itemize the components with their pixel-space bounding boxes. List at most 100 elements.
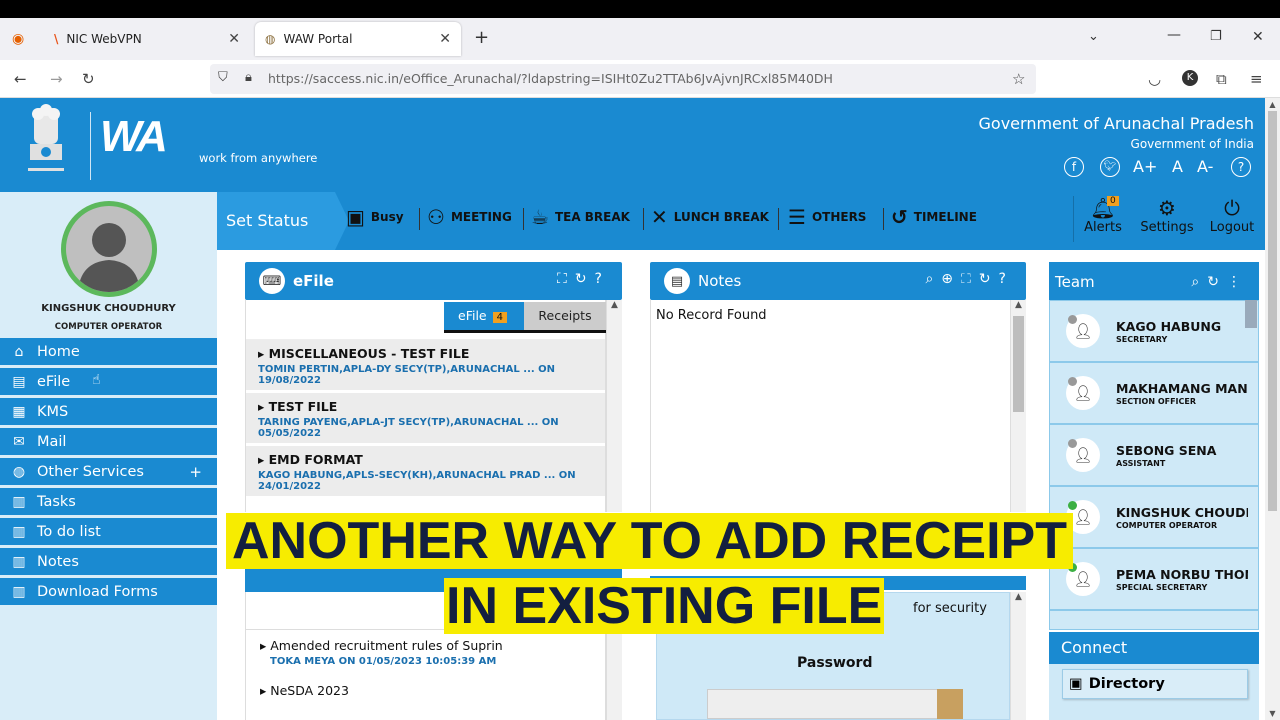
twitter-icon[interactable]: 🐦︎ xyxy=(1100,157,1120,177)
efile-panel-header: ⌨ eFile ⛶↻? xyxy=(245,262,622,300)
back-icon[interactable]: ← xyxy=(14,70,27,88)
profile-avatar[interactable]: K xyxy=(1182,70,1198,86)
font-increase-button[interactable]: A+ xyxy=(1133,157,1157,176)
set-status-label: Set Status xyxy=(217,192,335,250)
status-label: TIMELINE xyxy=(913,210,977,224)
bookmark-star-icon[interactable]: ☆ xyxy=(1012,70,1025,88)
team-member[interactable]: 👤︎ KAGO HABUNG SECRETARY xyxy=(1050,301,1258,363)
user-avatar[interactable] xyxy=(61,201,157,297)
close-tab-icon[interactable]: ✕ xyxy=(439,31,451,47)
notes-scrollbar[interactable]: ▲ xyxy=(1010,300,1026,512)
status-tea-break[interactable]: ☕︎ TEA BREAK xyxy=(531,192,630,242)
new-tab-button[interactable]: + xyxy=(474,27,489,48)
team-scroll-thumb[interactable] xyxy=(1245,300,1257,328)
scroll-up-icon[interactable]: ▲ xyxy=(1011,300,1026,310)
panel-controls[interactable]: ⌕⊕⛶↻? xyxy=(925,271,1014,287)
close-window-icon[interactable]: ✕ xyxy=(1252,29,1264,45)
list-item[interactable]: ▸ NeSDA 2023 xyxy=(246,667,605,698)
list-item[interactable]: ▸ Amended recruitment rules of Suprin TOK… xyxy=(246,630,605,667)
status-meeting[interactable]: ⚇ MEETING xyxy=(427,192,512,242)
cutlery-icon: ✕ xyxy=(651,205,668,229)
status-lunch-break[interactable]: ✕ LUNCH BREAK xyxy=(651,192,769,242)
tab-label: eFile xyxy=(458,308,487,323)
tab-receipts[interactable]: Receipts xyxy=(524,302,606,330)
settings-button[interactable]: ⚙ Settings xyxy=(1140,196,1194,235)
page-scrollbar[interactable]: ▲ ▼ xyxy=(1265,98,1280,720)
directory-label: Directory xyxy=(1088,676,1165,692)
team-member[interactable]: 👤︎ MAKHAMANG MANS SECTION OFFICER xyxy=(1050,363,1258,425)
team-member[interactable]: 👤︎ SEBONG SENA ASSISTANT xyxy=(1050,425,1258,487)
expand-icon[interactable]: + xyxy=(189,463,202,481)
page-scroll-thumb[interactable] xyxy=(1268,111,1277,511)
sidebar-item-efile[interactable]: ▤ eFile ☝ xyxy=(0,368,217,395)
sidebar-item-tasks[interactable]: ▥ Tasks xyxy=(0,488,217,515)
team-member[interactable]: 👤︎ KINGSHUK CHOUDH COMPUTER OPERATOR xyxy=(1050,487,1258,549)
status-busy[interactable]: ▣ Busy xyxy=(346,192,404,242)
gov-title: Government of Arunachal Pradesh xyxy=(978,114,1254,133)
panel-controls[interactable]: ⛶↻? xyxy=(557,271,610,287)
scroll-up-icon[interactable]: ▲ xyxy=(1011,592,1026,602)
member-name: PEMA NORBU THON xyxy=(1116,566,1248,582)
restore-icon[interactable]: ❐ xyxy=(1210,29,1222,44)
list-item[interactable]: ▸ TEST FILE TARING PAYENG,APLA-JT SECY(TP… xyxy=(246,393,605,443)
status-label: OTHERS xyxy=(811,210,867,224)
list-item[interactable]: ▸ MISCELLANEOUS - TEST FILE TOMIN PERTIN,… xyxy=(246,340,605,390)
scroll-up-icon[interactable]: ▲ xyxy=(1265,100,1280,109)
close-tab-icon[interactable]: ✕ xyxy=(228,31,240,47)
file-title: ▸ TEST FILE xyxy=(258,399,338,414)
password-toggle-button[interactable] xyxy=(937,689,963,719)
member-name: SEBONG SENA xyxy=(1116,442,1217,458)
tab-nic-webvpn[interactable]: \ NIC WebVPN ✕ xyxy=(44,22,250,56)
address-bar[interactable]: https://saccess.nic.in/eOffice_Arunachal… xyxy=(210,64,1036,94)
facebook-icon[interactable]: f xyxy=(1064,157,1084,177)
font-decrease-button[interactable]: A- xyxy=(1197,157,1213,176)
tab-underline xyxy=(444,330,606,333)
sidebar-item-todo[interactable]: ▥ To do list xyxy=(0,518,217,545)
panel-controls[interactable]: ⌕↻⋮ xyxy=(1191,262,1249,302)
tab-efile[interactable]: eFile 4 xyxy=(444,302,524,330)
lock-icon[interactable]: 🔒︎ xyxy=(245,70,252,85)
font-normal-button[interactable]: A xyxy=(1172,157,1183,176)
mail-icon: ✉ xyxy=(13,433,25,450)
status-others[interactable]: ☰ OTHERS xyxy=(788,192,866,242)
sidebar-menu: ⌂ Home ▤ eFile ☝ ▦ KMS ✉ Mail ◍ Other Services… xyxy=(0,338,217,608)
scroll-down-icon[interactable]: ▼ xyxy=(1265,709,1280,718)
shield-icon[interactable]: ⛉ xyxy=(218,70,228,85)
directory-icon: ▣ xyxy=(1069,676,1083,692)
team-member[interactable]: 👤︎ PEMA NORBU THON SPECIAL SECRETARY xyxy=(1050,549,1258,611)
header-divider xyxy=(90,112,91,180)
extensions-icon[interactable]: ⧉ xyxy=(1216,70,1227,88)
reload-icon[interactable]: ↻ xyxy=(82,70,95,88)
presence-dot xyxy=(1068,377,1077,386)
list-item[interactable]: ▸ EMD FORMAT KAGO HABUNG,APLS-SECY(KH),AR… xyxy=(246,446,605,496)
efile-tabs: eFile 4 Receipts xyxy=(246,300,606,340)
sidebar-item-other-services[interactable]: ◍ Other Services + xyxy=(0,458,217,485)
alerts-button[interactable]: 🔔︎ Alerts 0 xyxy=(1083,196,1123,235)
password-field[interactable] xyxy=(707,689,963,719)
tab-waw-portal[interactable]: ◍ WAW Portal ✕ xyxy=(255,22,461,56)
sidebar-item-download-forms[interactable]: ▥ Download Forms xyxy=(0,578,217,605)
member-role: SPECIAL SECRETARY xyxy=(1116,582,1208,592)
help-button[interactable]: ? xyxy=(1231,157,1251,177)
logout-label: Logout xyxy=(1209,220,1255,235)
scroll-up-icon[interactable]: ▲ xyxy=(607,300,622,310)
status-timeline[interactable]: ↺ TIMELINE xyxy=(891,192,977,242)
pocket-icon[interactable]: ◡ xyxy=(1148,70,1161,88)
efile-icon: ▤ xyxy=(12,373,26,390)
tab-list-chevron-icon[interactable]: ⌄ xyxy=(1088,29,1099,44)
efile-scrollbar[interactable]: ▲ xyxy=(606,300,622,512)
security-scrollbar[interactable]: ▲ xyxy=(1010,592,1026,720)
forward-icon[interactable]: → xyxy=(50,70,63,88)
sidebar-item-kms[interactable]: ▦ KMS xyxy=(0,398,217,425)
sidebar-item-label: eFile xyxy=(37,373,71,390)
window-top-bar xyxy=(0,0,1280,18)
firefox-icon[interactable]: ◉ xyxy=(12,31,24,47)
scroll-thumb[interactable] xyxy=(1013,316,1024,412)
sidebar-item-mail[interactable]: ✉ Mail xyxy=(0,428,217,455)
directory-button[interactable]: ▣ Directory xyxy=(1062,669,1248,699)
sidebar-item-notes[interactable]: ▥ Notes xyxy=(0,548,217,575)
sidebar-item-home[interactable]: ⌂ Home xyxy=(0,338,217,365)
minimize-icon[interactable]: — xyxy=(1167,27,1181,43)
logout-button[interactable]: ⏻ Logout xyxy=(1208,196,1256,235)
menu-icon[interactable]: ≡ xyxy=(1250,70,1263,88)
